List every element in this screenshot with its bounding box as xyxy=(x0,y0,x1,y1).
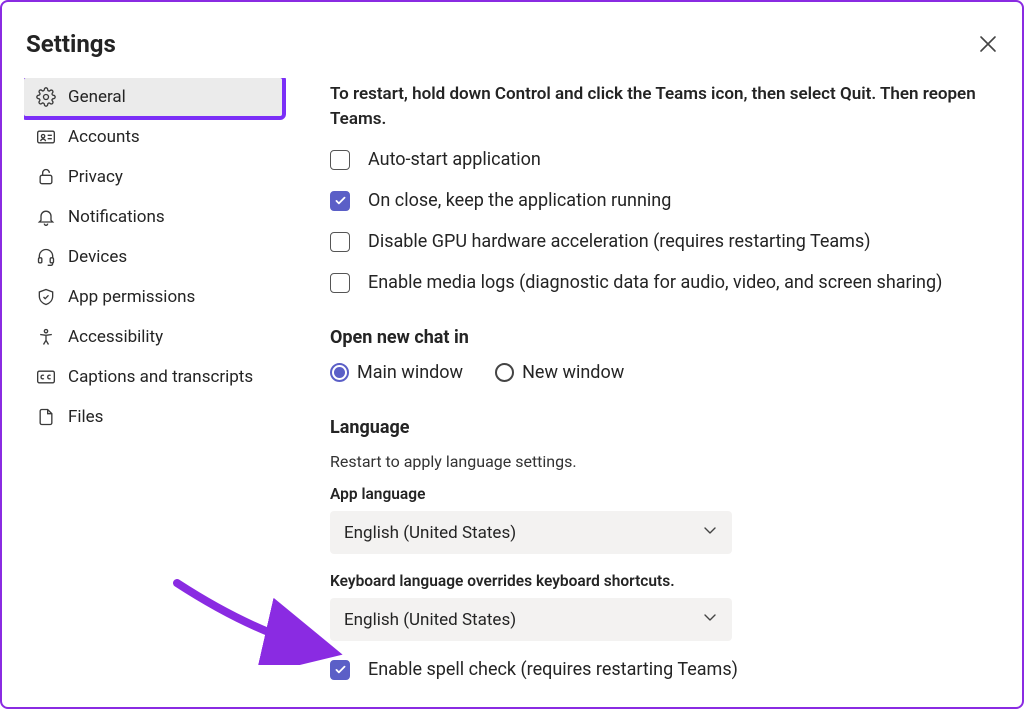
checkbox[interactable] xyxy=(330,660,350,680)
sidebar-item-label: Devices xyxy=(68,247,127,267)
sidebar-item-label: Accounts xyxy=(68,127,140,147)
id-card-icon xyxy=(36,127,56,147)
bell-icon xyxy=(36,207,56,227)
sidebar-item-label: Notifications xyxy=(68,207,165,227)
sidebar-item-accounts[interactable]: Accounts xyxy=(24,118,282,156)
setting-media-logs[interactable]: Enable media logs (diagnostic data for a… xyxy=(330,272,1000,293)
sidebar-item-label: Accessibility xyxy=(68,327,163,347)
person-icon xyxy=(36,327,56,347)
page-title: Settings xyxy=(26,30,116,58)
checkbox[interactable] xyxy=(330,273,350,293)
sidebar-item-accessibility[interactable]: Accessibility xyxy=(24,318,282,356)
app-language-label: App language xyxy=(330,485,1000,503)
chevron-down-icon xyxy=(702,609,718,630)
sidebar-item-captions[interactable]: Captions and transcripts xyxy=(24,358,282,396)
radio-label: Main window xyxy=(357,362,463,383)
setting-autostart[interactable]: Auto-start application xyxy=(330,149,1000,170)
setting-keep-running[interactable]: On close, keep the application running xyxy=(330,190,1000,211)
lock-icon xyxy=(36,167,56,187)
open-chat-radio-group: Main window New window xyxy=(330,362,1000,383)
radio-main-window[interactable]: Main window xyxy=(330,362,463,383)
sidebar-item-notifications[interactable]: Notifications xyxy=(24,198,282,236)
radio-new-window[interactable]: New window xyxy=(495,362,624,383)
sidebar-item-privacy[interactable]: Privacy xyxy=(24,158,282,196)
radio-button[interactable] xyxy=(330,363,349,382)
check-icon xyxy=(334,194,347,207)
app-language-dropdown[interactable]: English (United States) xyxy=(330,511,732,554)
section-language-heading: Language xyxy=(330,417,1000,438)
checkbox-label: Auto-start application xyxy=(368,149,541,170)
checkbox[interactable] xyxy=(330,191,350,211)
dialog-header: Settings xyxy=(24,30,1000,58)
checkbox-label: On close, keep the application running xyxy=(368,190,671,211)
chevron-down-icon xyxy=(702,522,718,543)
sidebar-item-label: Files xyxy=(68,407,103,427)
radio-button[interactable] xyxy=(495,363,514,382)
cc-icon xyxy=(36,367,56,387)
restart-note: To restart, hold down Control and click … xyxy=(330,82,990,131)
kb-language-label: Keyboard language overrides keyboard sho… xyxy=(330,572,1000,590)
checkbox-label: Disable GPU hardware acceleration (requi… xyxy=(368,231,871,252)
close-icon xyxy=(979,35,997,53)
sidebar-item-label: General xyxy=(68,87,126,107)
file-icon xyxy=(36,407,56,427)
radio-label: New window xyxy=(522,362,624,383)
sidebar-item-general[interactable]: General xyxy=(24,78,282,116)
checkbox[interactable] xyxy=(330,150,350,170)
close-button[interactable] xyxy=(976,32,1000,56)
section-open-chat-heading: Open new chat in xyxy=(330,327,1000,348)
dropdown-value: English (United States) xyxy=(344,610,516,630)
settings-dialog: Settings General Accounts xyxy=(0,0,1024,709)
sidebar-item-app-permissions[interactable]: App permissions xyxy=(24,278,282,316)
sidebar: General Accounts Privacy Notifications xyxy=(24,78,282,687)
sidebar-item-devices[interactable]: Devices xyxy=(24,238,282,276)
setting-spellcheck[interactable]: Enable spell check (requires restarting … xyxy=(330,659,1000,680)
sidebar-item-label: App permissions xyxy=(68,287,195,307)
gear-icon xyxy=(36,87,56,107)
setting-disable-gpu[interactable]: Disable GPU hardware acceleration (requi… xyxy=(330,231,1000,252)
sidebar-item-label: Captions and transcripts xyxy=(68,367,253,387)
sidebar-item-label: Privacy xyxy=(68,167,123,187)
check-icon xyxy=(334,663,347,676)
kb-language-dropdown[interactable]: English (United States) xyxy=(330,598,732,641)
main-panel: To restart, hold down Control and click … xyxy=(282,78,1000,687)
checkbox-label: Enable spell check (requires restarting … xyxy=(368,659,738,680)
headset-icon xyxy=(36,247,56,267)
checkbox[interactable] xyxy=(330,232,350,252)
checkbox-label: Enable media logs (diagnostic data for a… xyxy=(368,272,942,293)
language-subtitle: Restart to apply language settings. xyxy=(330,452,1000,471)
sidebar-item-files[interactable]: Files xyxy=(24,398,282,436)
shield-icon xyxy=(36,287,56,307)
dialog-content: General Accounts Privacy Notifications xyxy=(24,78,1000,687)
dropdown-value: English (United States) xyxy=(344,523,516,543)
